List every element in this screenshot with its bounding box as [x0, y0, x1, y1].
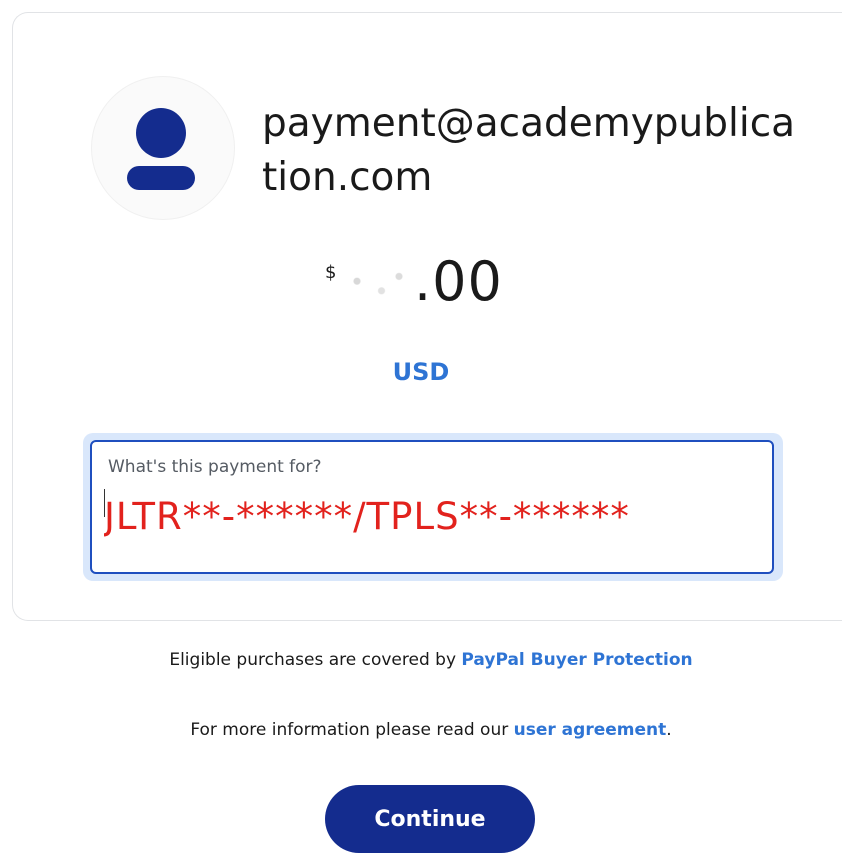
- currency-symbol: $: [325, 262, 337, 283]
- amount-redaction: [343, 262, 413, 310]
- payment-note-label: What's this payment for?: [108, 457, 322, 477]
- payment-amount: .00: [414, 250, 503, 313]
- agreement-prefix: For more information please read our: [190, 720, 514, 740]
- protection-text: Eligible purchases are covered by: [169, 650, 462, 670]
- user-icon-head: [136, 108, 186, 158]
- user-icon-body: [127, 166, 195, 190]
- payment-note-input[interactable]: JLTR**-******/TPLS**-******: [104, 495, 770, 538]
- agreement-end: .: [666, 720, 672, 740]
- currency-selector[interactable]: USD: [0, 358, 842, 386]
- user-agreement-link[interactable]: user agreement: [514, 720, 667, 740]
- agreement-text: For more information please read our use…: [0, 720, 842, 740]
- continue-button[interactable]: Continue: [325, 785, 535, 853]
- buyer-protection-link[interactable]: PayPal Buyer Protection: [461, 650, 692, 670]
- recipient-email: payment@academypublication.com: [262, 101, 796, 200]
- buyer-protection-text: Eligible purchases are covered by PayPal…: [0, 650, 842, 670]
